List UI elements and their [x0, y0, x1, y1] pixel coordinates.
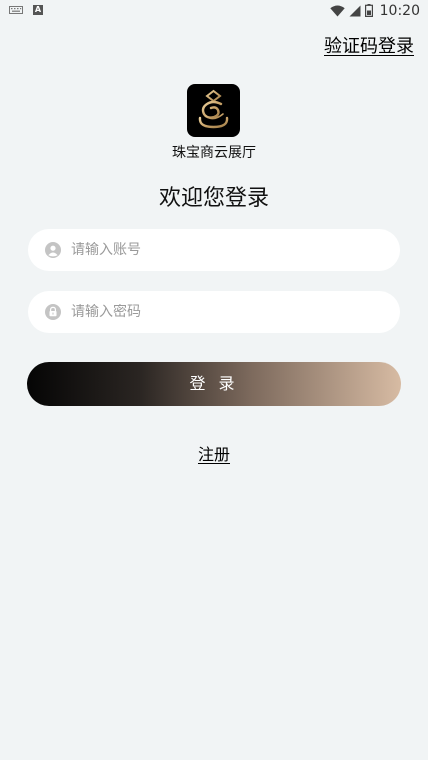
signal-icon: [349, 2, 361, 21]
app-name: 珠宝商云展厅: [172, 145, 256, 161]
account-input[interactable]: [71, 242, 371, 258]
page-title: 欢迎您登录: [158, 186, 269, 211]
app-logo: [187, 84, 240, 137]
user-icon: [45, 242, 61, 258]
status-left: A: [9, 5, 43, 15]
a-icon: A: [33, 5, 43, 15]
status-time: 10:20: [379, 3, 420, 19]
register-link[interactable]: 注册: [198, 445, 230, 464]
wifi-icon: [329, 2, 345, 21]
login-button[interactable]: 登 录: [27, 362, 401, 406]
account-field[interactable]: [28, 229, 400, 271]
register-link-row: 注册: [0, 441, 428, 465]
lock-icon: [45, 304, 61, 320]
code-login-link[interactable]: 验证码登录: [324, 32, 414, 58]
status-bar: A 10:20: [0, 0, 428, 22]
password-input[interactable]: [71, 304, 371, 320]
status-right: 10:20: [329, 2, 420, 21]
battery-icon: [364, 2, 373, 21]
keyboard-icon: [9, 6, 23, 14]
ring-logo-icon: [198, 89, 229, 129]
password-field[interactable]: [28, 291, 400, 333]
